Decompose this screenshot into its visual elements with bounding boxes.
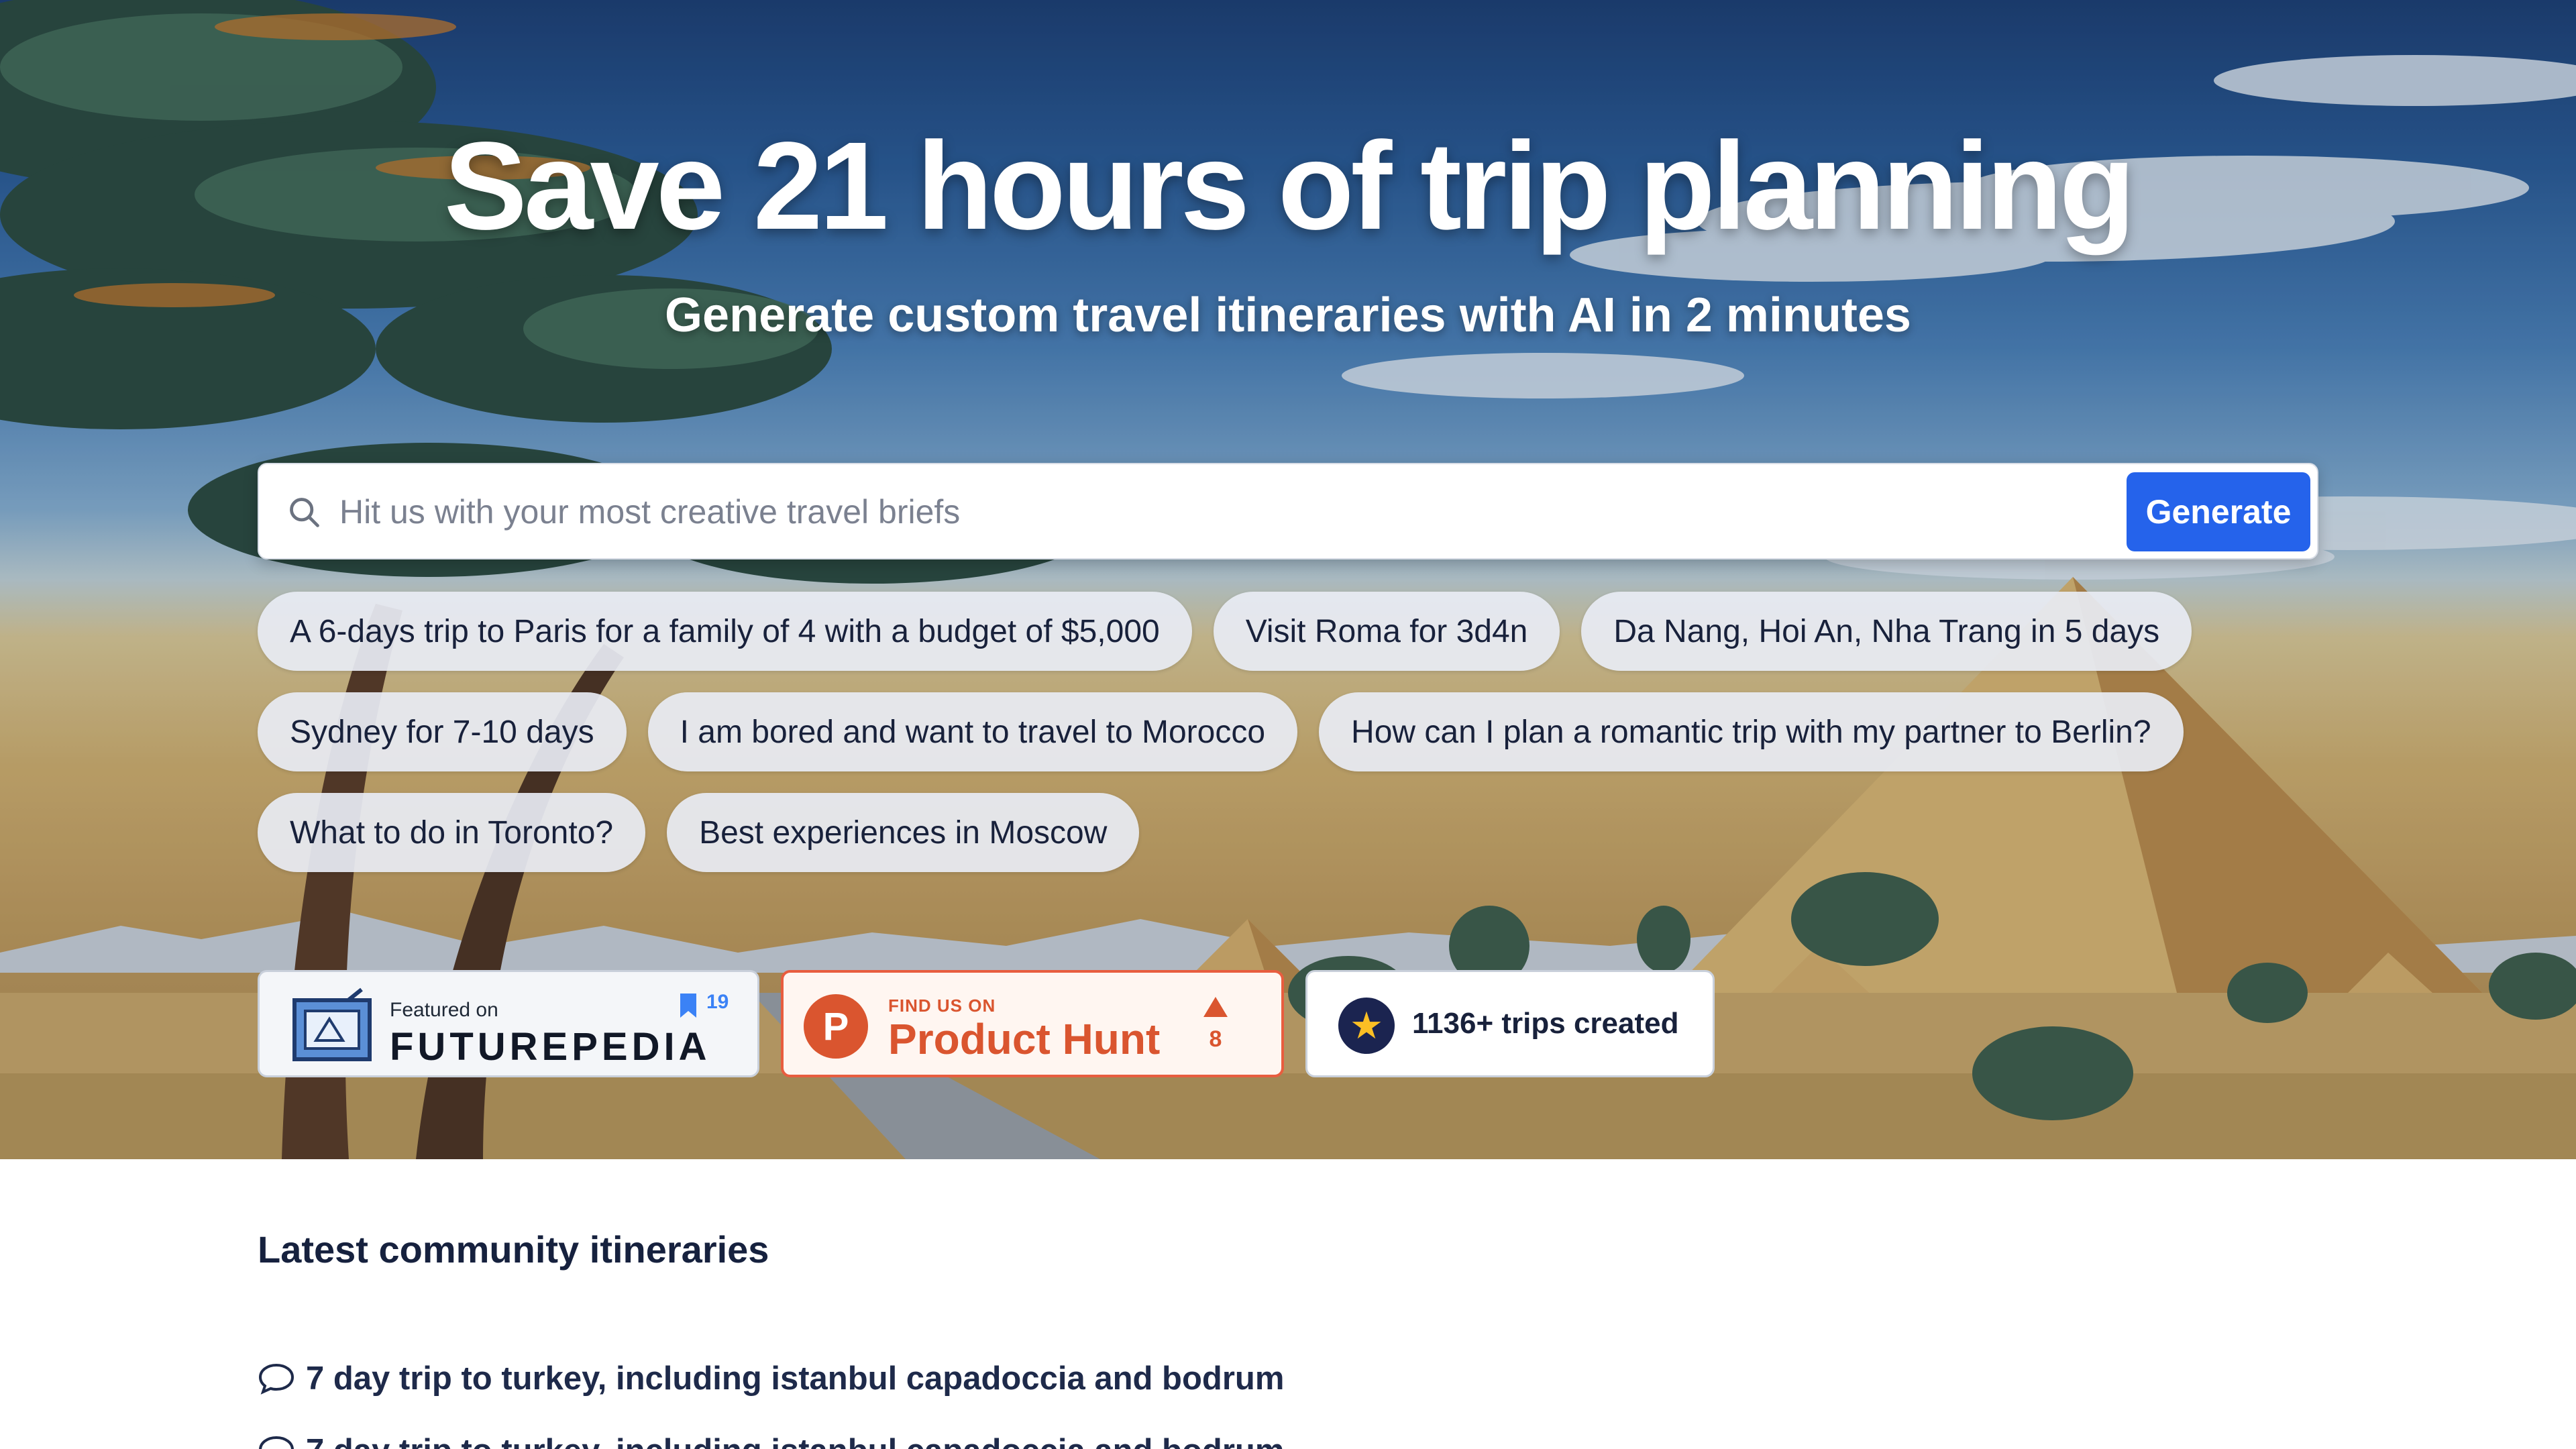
suggestion-chip[interactable]: What to do in Toronto?	[258, 793, 646, 872]
suggestion-chip[interactable]: I am bored and want to travel to Morocco	[647, 692, 1298, 771]
star-icon: ★	[1338, 998, 1395, 1054]
search-input[interactable]	[338, 480, 2112, 543]
product-hunt-small-text: FIND US ON	[888, 996, 996, 1016]
hero-subtitle: Generate custom travel itineraries with …	[665, 288, 1911, 342]
itinerary-title: 7 day trip to turkey, including istanbul…	[306, 1432, 1284, 1449]
search-icon	[290, 498, 319, 527]
upvote-arrow-icon	[1203, 997, 1228, 1017]
product-hunt-logo-icon: P	[804, 994, 868, 1059]
futurepedia-name: FUTUREPEDIA	[390, 1025, 711, 1069]
suggestion-chip[interactable]: A 6-days trip to Paris for a family of 4…	[258, 592, 1192, 671]
product-hunt-badge[interactable]: P FIND US ON Product Hunt 8	[781, 970, 1284, 1077]
itinerary-link[interactable]: 7 day trip to turkey, including istanbul…	[258, 1428, 1284, 1449]
suggestion-chip[interactable]: How can I plan a romantic trip with my p…	[1319, 692, 2184, 771]
chip-row: What to do in Toronto? Best experiences …	[258, 793, 2337, 872]
suggestion-chip[interactable]: Da Nang, Hoi An, Nha Trang in 5 days	[1581, 592, 2192, 671]
itinerary-title: 7 day trip to turkey, including istanbul…	[306, 1360, 1285, 1397]
page: Save 21 hours of trip planning Generate …	[0, 0, 2576, 1449]
chat-bubble-icon	[259, 1436, 294, 1449]
trips-created-label: 1136+ trips created	[1412, 1007, 1679, 1040]
suggestion-chip[interactable]: Best experiences in Moscow	[667, 793, 1140, 872]
product-hunt-name: Product Hunt	[888, 1015, 1161, 1063]
search-bar: Generate	[258, 463, 2318, 559]
futurepedia-small-text: Featured on	[390, 999, 498, 1021]
bookmark-icon	[680, 994, 696, 1018]
futurepedia-count: 19	[706, 991, 729, 1013]
chip-row: A 6-days trip to Paris for a family of 4…	[258, 592, 2337, 671]
hero-title: Save 21 hours of trip planning	[443, 117, 2135, 256]
futurepedia-badge[interactable]: Featured on FUTUREPEDIA 19	[258, 970, 759, 1077]
chat-bubble-icon	[258, 1363, 294, 1395]
latest-itineraries-heading: Latest community itineraries	[258, 1228, 769, 1271]
suggestion-chip[interactable]: Visit Roma for 3d4n	[1213, 592, 1560, 671]
generate-button[interactable]: Generate	[2127, 472, 2310, 551]
suggestion-chip[interactable]: Sydney for 7-10 days	[258, 692, 627, 771]
itinerary-link[interactable]: 7 day trip to turkey, including istanbul…	[258, 1355, 1284, 1402]
suggestion-chips: A 6-days trip to Paris for a family of 4…	[258, 592, 2337, 894]
futurepedia-logo-icon	[292, 987, 372, 1061]
trips-created-badge: ★ 1136+ trips created	[1305, 970, 1715, 1077]
chip-row: Sydney for 7-10 days I am bored and want…	[258, 692, 2337, 771]
hero-section: Save 21 hours of trip planning Generate …	[0, 0, 2576, 1159]
product-hunt-upvotes: 8	[1209, 1026, 1222, 1052]
